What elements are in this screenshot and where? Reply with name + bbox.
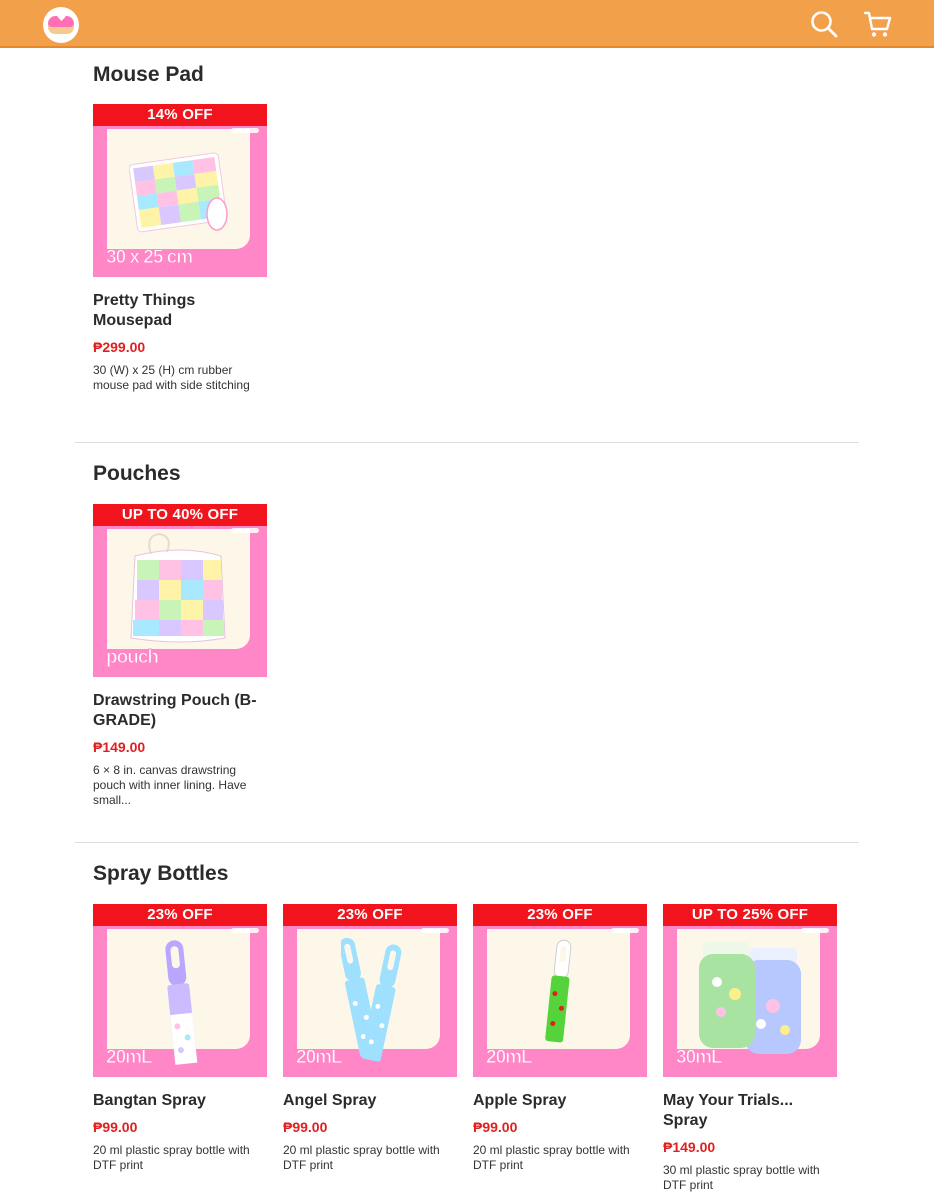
size-label: 30mL [676,1047,724,1069]
cart-icon[interactable] [862,8,894,40]
product-image[interactable]: 14% OFF 30 x 25 cm [93,104,267,277]
spray-bottle-illustration [165,940,198,1065]
product-image[interactable]: UP TO 25% OFF 30mL [663,904,837,1077]
product-description: 30 ml plastic spray bottle with DTF prin… [663,1163,820,1192]
product-card[interactable]: UP TO 25% OFF 30mL May Your Trials... Sp… [663,904,837,1193]
section-title-mouse-pad: Mouse Pad [93,63,204,86]
size-label: 30 x 25 cm [105,247,193,269]
product-price: ₱149.00 [93,739,146,755]
product-card[interactable]: 23% OFF 20mL Bangtan Spray ₱99.00 20 ml … [93,904,267,1173]
heart-icon [57,13,66,21]
product-card[interactable]: 23% OFF 20mL Apple Spray ₱99.00 20 ml pl… [473,904,647,1173]
donut-logo-icon[interactable] [43,7,79,43]
product-price: ₱299.00 [93,339,146,355]
product-image[interactable]: 23% OFF 20mL [93,904,267,1077]
product-name[interactable]: May Your Trials... Spray [663,1091,837,1131]
product-description: 20 ml plastic spray bottle with DTF prin… [283,1143,440,1172]
product-description: 20 ml plastic spray bottle with DTF prin… [93,1143,250,1172]
product-description: 30 (W) x 25 (H) cm rubber mouse pad with… [93,363,250,392]
product-description: 20 ml plastic spray bottle with DTF prin… [473,1143,630,1172]
image-tab-decoration [421,928,449,933]
image-tab-decoration [801,928,829,933]
product-name[interactable]: Angel Spray [283,1091,457,1111]
product-price: ₱99.00 [93,1119,138,1135]
search-icon[interactable] [808,8,840,40]
product-image[interactable]: 23% OFF 20mL [283,904,457,1077]
discount-badge: 14% OFF [93,104,267,126]
product-image[interactable]: 23% OFF 20mL [473,904,647,1077]
section-divider [75,842,859,843]
size-label: 20mL [106,1047,154,1069]
product-card[interactable]: 23% OFF 20mL Angel Spray ₱99.00 20 ml pl… [283,904,457,1173]
product-price: ₱99.00 [473,1119,518,1135]
pouch-illustration [130,532,226,643]
spray-bottle-illustration [699,942,801,1054]
image-tab-decoration [611,928,639,933]
section-title-pouches: Pouches [93,462,181,485]
discount-badge: 23% OFF [283,904,457,926]
size-label: 20mL [296,1047,344,1069]
size-label: pouch [106,647,160,669]
size-label: 20mL [486,1047,534,1069]
section-title-spray-bottles: Spray Bottles [93,862,229,885]
product-name[interactable]: Bangtan Spray [93,1091,267,1111]
product-price: ₱149.00 [663,1139,716,1155]
discount-badge: UP TO 40% OFF [93,504,267,526]
top-navigation-bar [0,0,934,48]
discount-badge: UP TO 25% OFF [663,904,837,926]
section-divider [75,442,859,443]
product-image[interactable]: UP TO 40% OFF pouch [93,504,267,677]
product-card[interactable]: 14% OFF 30 x 25 cm Pretty Things Mousepa… [93,104,267,393]
product-card[interactable]: UP TO 40% OFF pouch Drawstring Pouch (B-… [93,504,267,808]
image-tab-decoration [231,128,259,133]
discount-badge: 23% OFF [93,904,267,926]
product-price: ₱99.00 [283,1119,328,1135]
discount-badge: 23% OFF [473,904,647,926]
spray-bottle-illustration [545,939,572,1043]
product-name[interactable]: Drawstring Pouch (B-GRADE) [93,691,267,731]
product-name[interactable]: Apple Spray [473,1091,647,1111]
product-description: 6 × 8 in. canvas drawstring pouch with i… [93,763,247,807]
mousepad-illustration [129,152,228,233]
spray-bottle-illustration [341,937,402,1062]
image-tab-decoration [231,928,259,933]
product-name[interactable]: Pretty Things Mousepad [93,291,267,331]
